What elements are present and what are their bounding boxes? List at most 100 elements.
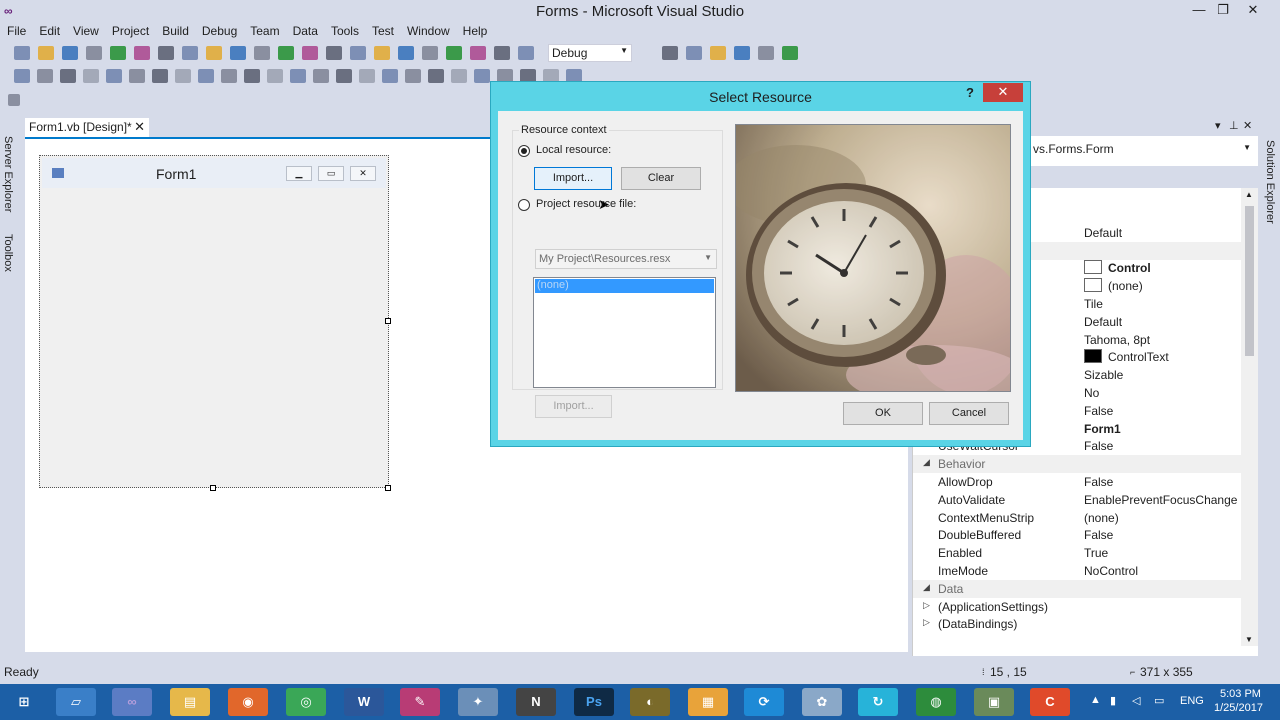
toolbar-button-icon[interactable] [782,46,798,60]
tray-chevron-icon[interactable]: ▲ [1090,694,1101,706]
toolbar-button-icon[interactable] [175,69,191,83]
scroll-down-icon[interactable]: ▼ [1245,635,1253,644]
toolbar-button-icon[interactable] [158,46,174,60]
toolbar-button-icon[interactable] [230,46,246,60]
camtasia-icon[interactable]: C [1030,688,1070,716]
toolbar-button-icon[interactable] [290,69,306,83]
property-value[interactable]: EnablePreventFocusChange [1084,493,1237,507]
start-button[interactable]: ⊞ [2,688,46,716]
toolbar-button-icon[interactable] [382,69,398,83]
property-value[interactable]: (none) [1108,279,1143,293]
toolbar-button-icon[interactable] [326,46,342,60]
expand-icon[interactable]: ▷ [923,617,930,628]
toolbar-button-icon[interactable] [758,46,774,60]
toolbar-button-icon[interactable] [60,69,76,83]
toolbar-button-icon[interactable] [302,46,318,60]
help-button[interactable]: ? [966,85,974,100]
toolbar-button-icon[interactable] [182,46,198,60]
toolbar-button-icon[interactable] [152,69,168,83]
toolbar-button-icon[interactable] [221,69,237,83]
refresh-app-icon[interactable]: ↻ [858,688,898,716]
toolbar-button-icon[interactable] [86,46,102,60]
menu-item-build[interactable]: Build [155,22,195,38]
form-client-area[interactable] [47,189,383,481]
toolbar-button-icon[interactable] [38,46,54,60]
menu-item-view[interactable]: View [66,22,105,38]
firefox-icon[interactable]: ◉ [228,688,268,716]
toolbar-button-icon[interactable] [37,69,53,83]
toolbar-button-icon[interactable] [374,46,390,60]
battery-icon[interactable]: ▭ [1154,694,1164,707]
property-row[interactable]: ImeMode NoControl [913,562,1243,580]
toolbar-button-icon[interactable] [83,69,99,83]
property-value[interactable]: Default [1084,226,1122,240]
toolbar-button-icon[interactable] [686,46,702,60]
close-icon[interactable]: ✕ [1243,119,1252,132]
property-value[interactable]: Tile [1084,297,1103,311]
scroll-up-icon[interactable]: ▲ [1245,190,1253,199]
properties-scrollbar[interactable]: ▲ ▼ [1241,188,1258,646]
toolbar-button-icon[interactable] [244,69,260,83]
local-resource-label[interactable]: Local resource: [536,144,611,156]
menu-item-tools[interactable]: Tools [324,22,365,38]
solution-configuration-select[interactable]: Debug ▼ [548,44,632,62]
toolbar-button-icon[interactable] [518,46,534,60]
toolbar-button-icon[interactable] [106,69,122,83]
property-value[interactable]: False [1084,528,1113,542]
property-value[interactable]: (none) [1084,511,1119,525]
property-value[interactable]: Tahoma, 8pt [1084,333,1150,347]
resource-list[interactable]: (none) [533,277,716,388]
project-resource-radio[interactable] [518,199,530,211]
ok-button[interactable]: OK [843,402,923,425]
close-icon[interactable]: ✕ [134,119,145,135]
toolbox-tab[interactable]: Toolbox [2,234,14,272]
cancel-button[interactable]: Cancel [929,402,1009,425]
project-resource-label[interactable]: Project resource file: [536,198,636,210]
toolbar-button-icon[interactable] [422,46,438,60]
property-category[interactable]: ◢ Behavior [913,455,1243,474]
dialog-close-button[interactable]: ✕ [983,83,1023,102]
property-value[interactable]: False [1084,404,1113,418]
paint-app-icon[interactable]: ✎ [400,688,440,716]
resize-handle-right[interactable] [385,318,391,324]
project-resource-select[interactable]: My Project\Resources.resx ▼ [535,249,717,269]
property-value[interactable]: Control [1108,261,1151,275]
menu-item-project[interactable]: Project [105,22,155,38]
toolbar-grip-icon[interactable] [8,94,20,106]
menu-item-data[interactable]: Data [286,22,324,38]
sync-icon[interactable]: ⟳ [744,688,784,716]
collapse-icon[interactable]: ◢ [923,457,930,468]
property-row[interactable]: Enabled True [913,544,1243,562]
toolbar-button-icon[interactable] [350,46,366,60]
globe-icon[interactable]: ◍ [916,688,956,716]
pin-icon[interactable]: ⊥ [1229,119,1239,132]
window-app-icon[interactable]: ▣ [974,688,1014,716]
property-row[interactable]: DoubleBuffered False [913,526,1243,544]
restore-button[interactable]: ❐ [1208,0,1238,22]
menu-item-edit[interactable]: Edit [32,22,66,38]
toolbar-button-icon[interactable] [734,46,750,60]
tablet-app-icon[interactable]: ▱ [56,688,96,716]
resize-handle-corner[interactable] [385,485,391,491]
toolbar-button-icon[interactable] [710,46,726,60]
toolbar-button-icon[interactable] [198,69,214,83]
resize-handle-bottom[interactable] [210,485,216,491]
property-value[interactable]: True [1084,546,1108,560]
chrome-icon[interactable]: ◎ [286,688,326,716]
toolbar-button-icon[interactable] [267,69,283,83]
solution-explorer-tab[interactable]: Solution Explorer [1264,140,1276,224]
input-language[interactable]: ENG [1180,695,1204,707]
property-value[interactable]: NoControl [1084,564,1138,578]
toolbar-button-icon[interactable] [313,69,329,83]
toolbar-button-icon[interactable] [134,46,150,60]
clock-date[interactable]: 1/25/2017 [1214,702,1263,714]
toolbar-button-icon[interactable] [494,46,510,60]
toolbar-button-icon[interactable] [451,69,467,83]
property-value[interactable]: False [1084,475,1113,489]
import-button[interactable]: Import... [534,167,612,190]
toolbar-button-icon[interactable] [428,69,444,83]
property-row[interactable]: ▷ (DataBindings) [913,615,1243,633]
toolbar-button-icon[interactable] [62,46,78,60]
toolbar-button-icon[interactable] [254,46,270,60]
property-row[interactable]: AutoValidate EnablePreventFocusChange [913,491,1243,509]
